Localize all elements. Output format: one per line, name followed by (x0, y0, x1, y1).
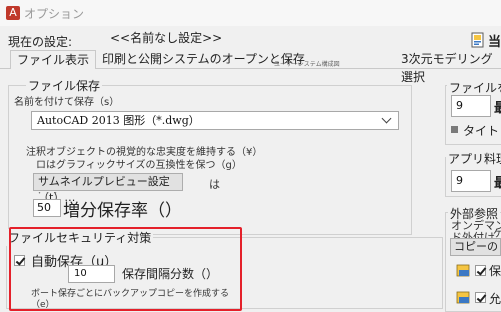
app-menu-count-label: 最 (494, 176, 501, 191)
title-checkbox-icon[interactable] (451, 126, 458, 133)
tab-3d-modeling[interactable]: 3次元モデリング選択 (395, 50, 501, 84)
xref-option-2-label: 允 (489, 292, 501, 306)
recent-files-count-input[interactable]: 9 (451, 95, 491, 117)
save-as-format-select[interactable]: AutoCAD 2013 图形（*.dwg） (31, 111, 399, 130)
tab-strip: ファイル表示 印刷と公開システムのオープンと保存 ユーザーシステム構成図 3次元… (0, 50, 501, 84)
incremental-save-percent-label: 増分保存率（） (63, 201, 182, 221)
xref-option-2-checkbox[interactable] (475, 292, 486, 303)
autocad-app-icon: A (6, 6, 20, 20)
file-save-group-label: ファイル保存 (26, 77, 103, 94)
current-drawing-label: 当 (488, 35, 501, 50)
current-profile-label: 現在の設定: (8, 35, 73, 49)
drawing-icon (471, 32, 484, 48)
tab-files[interactable]: ファイル表示 (10, 50, 97, 69)
save-as-format-value: AutoCAD 2013 图形（*.dwg） (37, 114, 200, 127)
save-as-label: 名前を付けて保存（s） (14, 97, 120, 108)
thumbnail-suffix-label: は (209, 178, 220, 191)
app-menu-group-label: アプリ料理 (446, 150, 501, 167)
layer-icon (456, 291, 470, 304)
title-bar: A オプション (0, 0, 501, 26)
red-highlight-annotation (9, 227, 242, 311)
window-title: オプション (24, 7, 85, 21)
chevron-down-icon (382, 115, 392, 125)
app-menu-count-input[interactable]: 9 (451, 170, 491, 192)
recent-files-label: 最 (494, 101, 501, 116)
layer-icon (456, 264, 470, 277)
file-open-group-label: ファイルを開 (447, 79, 501, 96)
xref-option-1-checkbox[interactable] (475, 265, 486, 276)
thumbnail-dots: ・・・ (36, 189, 60, 197)
current-profile-value: <<名前なし設定>> (110, 31, 223, 45)
graphics-compat-label: ロはグラフィックサイズの互換性を保つ（g） (36, 160, 242, 171)
incremental-save-percent-input[interactable]: 50 (33, 199, 61, 217)
title-label: タイト (463, 124, 500, 138)
copy-mode-select[interactable]: コピーの楔 (450, 238, 501, 256)
tab-user-system-config[interactable]: ユーザーシステム構成図 (274, 61, 340, 69)
xref-option-1-label: 保 (489, 264, 501, 278)
